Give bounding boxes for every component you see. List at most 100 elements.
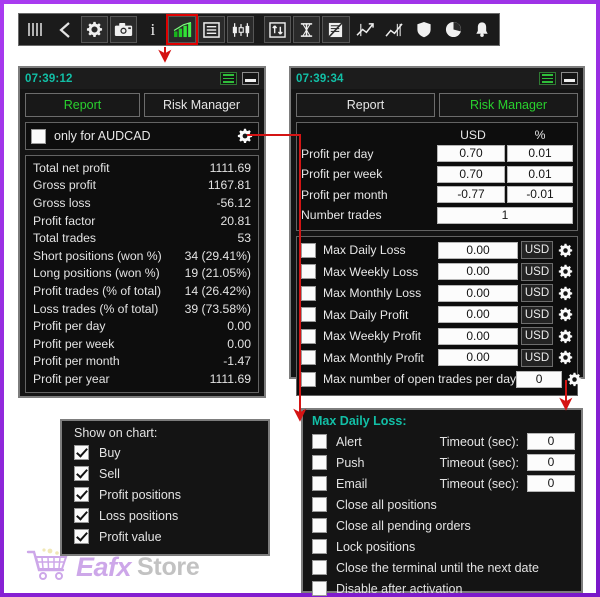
max-daily-loss-checkbox[interactable] bbox=[312, 518, 327, 533]
chevron-left-icon[interactable] bbox=[51, 16, 79, 43]
limit-gear-icon[interactable] bbox=[557, 329, 573, 344]
show-on-chart-label: Sell bbox=[99, 466, 120, 481]
max-open-trades-gear-icon[interactable] bbox=[566, 372, 582, 387]
report-row: Total trades 53 bbox=[26, 229, 258, 247]
profit-row-usd[interactable]: -0.77 bbox=[437, 186, 505, 204]
limit-checkbox[interactable] bbox=[301, 242, 316, 258]
show-on-chart-checkbox[interactable] bbox=[74, 487, 89, 502]
profit-row-percent[interactable]: -0.01 bbox=[507, 186, 573, 204]
max-daily-loss-checkbox[interactable] bbox=[312, 581, 327, 596]
limit-checkbox[interactable] bbox=[301, 328, 316, 344]
limit-value-input[interactable]: 0.00 bbox=[438, 349, 518, 366]
timeout-label: Timeout (sec): bbox=[439, 455, 519, 470]
limit-label: Max Daily Profit bbox=[323, 307, 409, 322]
limit-checkbox[interactable] bbox=[301, 307, 316, 322]
limit-label: Max Monthly Loss bbox=[323, 286, 422, 300]
profit-row-usd[interactable]: 0.70 bbox=[437, 165, 505, 183]
watermark-text-primary: Eafx bbox=[76, 552, 132, 582]
limit-value-input[interactable]: 0.00 bbox=[438, 306, 518, 323]
show-on-chart-checkbox[interactable] bbox=[74, 508, 89, 523]
max-open-trades-checkbox[interactable] bbox=[301, 371, 316, 387]
pie-chart-icon[interactable] bbox=[439, 16, 467, 43]
report-row-label: Profit per week bbox=[33, 336, 115, 351]
max-daily-loss-checkbox[interactable] bbox=[312, 497, 327, 512]
max-daily-loss-row: Close the terminal until the next date bbox=[303, 557, 581, 578]
limit-unit[interactable]: USD bbox=[521, 348, 553, 367]
limit-gear-icon[interactable] bbox=[557, 243, 573, 258]
report-settings-gear-icon[interactable] bbox=[237, 128, 253, 144]
timeout-label: Timeout (sec): bbox=[439, 434, 519, 449]
timeout-input[interactable]: 0 bbox=[527, 475, 575, 492]
news-icon[interactable] bbox=[322, 16, 350, 43]
limit-unit[interactable]: USD bbox=[521, 327, 553, 345]
gear-icon[interactable] bbox=[80, 16, 108, 43]
swap-icon[interactable] bbox=[263, 16, 291, 43]
limit-checkbox[interactable] bbox=[301, 285, 316, 301]
max-daily-loss-checkbox[interactable] bbox=[312, 539, 327, 554]
profit-row: Profit per day 0.70 0.01 bbox=[301, 144, 573, 164]
profit-row-usd[interactable]: 0.70 bbox=[437, 145, 505, 163]
max-daily-loss-label: Email bbox=[336, 476, 368, 491]
minimize-icon[interactable] bbox=[561, 72, 578, 85]
max-daily-loss-checkbox[interactable] bbox=[312, 455, 327, 470]
limit-row-list: Max Daily Loss 0.00 USD Max Weekly Loss 0.00… bbox=[297, 237, 581, 395]
menu-icon[interactable] bbox=[539, 72, 556, 85]
trend-up-icon[interactable] bbox=[351, 16, 379, 43]
bar-chart-icon[interactable] bbox=[166, 14, 198, 45]
timeframe-icon[interactable] bbox=[292, 16, 321, 43]
only-for-symbol-checkbox[interactable] bbox=[31, 128, 46, 144]
limit-unit[interactable]: USD bbox=[521, 305, 553, 324]
limit-value-input[interactable]: 0.00 bbox=[438, 327, 518, 345]
tab-report[interactable]: Report bbox=[25, 93, 140, 117]
candles-icon[interactable] bbox=[227, 16, 255, 43]
report-panel: 07:39:12 Report Risk Manager only for AU… bbox=[18, 66, 266, 398]
max-daily-loss-popup: Max Daily Loss: Alert Timeout (sec): 0 Push… bbox=[301, 408, 583, 596]
limit-checkbox[interactable] bbox=[301, 264, 316, 279]
show-on-chart-checkbox[interactable] bbox=[74, 529, 89, 544]
show-on-chart-popup: Show on chart: Buy Sell Profit positions Lo… bbox=[60, 419, 270, 556]
limit-unit[interactable]: USD bbox=[521, 241, 553, 259]
limit-gear-icon[interactable] bbox=[557, 350, 573, 365]
timeout-input[interactable]: 0 bbox=[527, 454, 575, 471]
max-daily-loss-options: Alert Timeout (sec): 0 Push Timeout (sec): 0 E… bbox=[303, 431, 581, 597]
show-on-chart-row: Buy bbox=[62, 442, 268, 463]
max-daily-loss-checkbox[interactable] bbox=[312, 434, 327, 449]
limit-gear-icon[interactable] bbox=[557, 264, 573, 279]
camera-icon[interactable] bbox=[109, 16, 138, 43]
show-on-chart-checkbox[interactable] bbox=[74, 466, 89, 481]
profit-row-percent[interactable]: 0.01 bbox=[507, 145, 573, 163]
report-row-value: 1167.81 bbox=[207, 178, 251, 193]
bell-icon[interactable] bbox=[468, 16, 496, 43]
max-daily-loss-checkbox[interactable] bbox=[312, 560, 327, 575]
show-on-chart-checkbox[interactable] bbox=[74, 445, 89, 460]
minimize-icon[interactable] bbox=[242, 72, 259, 85]
limit-row: Max Monthly Loss 0.00 USD bbox=[301, 283, 573, 303]
menu-icon[interactable] bbox=[220, 72, 237, 85]
report-row-value: 34 (29.41%) bbox=[184, 248, 251, 263]
limit-value-input[interactable]: 0.00 bbox=[438, 284, 518, 302]
limit-gear-icon[interactable] bbox=[557, 307, 573, 322]
max-open-trades-input[interactable]: 0 bbox=[516, 370, 563, 388]
report-row-value: 14 (26.42%) bbox=[184, 283, 251, 298]
profit-row-percent[interactable]: 0.01 bbox=[507, 165, 573, 183]
limit-label: Max Monthly Profit bbox=[323, 350, 424, 365]
limit-checkbox[interactable] bbox=[301, 350, 316, 365]
limit-unit[interactable]: USD bbox=[521, 262, 553, 281]
list-icon[interactable] bbox=[197, 16, 226, 43]
info-icon[interactable]: i bbox=[139, 16, 167, 43]
limit-value-input[interactable]: 0.00 bbox=[438, 263, 518, 280]
bars-icon[interactable] bbox=[22, 16, 50, 43]
line-chart-icon[interactable] bbox=[380, 16, 409, 43]
tab-risk-manager[interactable]: Risk Manager bbox=[144, 93, 259, 117]
limit-unit[interactable]: USD bbox=[521, 284, 553, 302]
report-row-value: 1111.69 bbox=[209, 371, 251, 386]
number-trades-value[interactable]: 1 bbox=[437, 206, 573, 224]
limit-value-input[interactable]: 0.00 bbox=[438, 241, 518, 259]
max-daily-loss-checkbox[interactable] bbox=[312, 476, 327, 491]
tab-report[interactable]: Report bbox=[296, 93, 435, 117]
timeout-input[interactable]: 0 bbox=[527, 433, 575, 450]
limit-gear-icon[interactable] bbox=[557, 286, 573, 301]
report-row-value: 20.81 bbox=[220, 213, 252, 228]
shield-icon[interactable] bbox=[410, 16, 438, 43]
tab-risk-manager[interactable]: Risk Manager bbox=[439, 93, 578, 117]
